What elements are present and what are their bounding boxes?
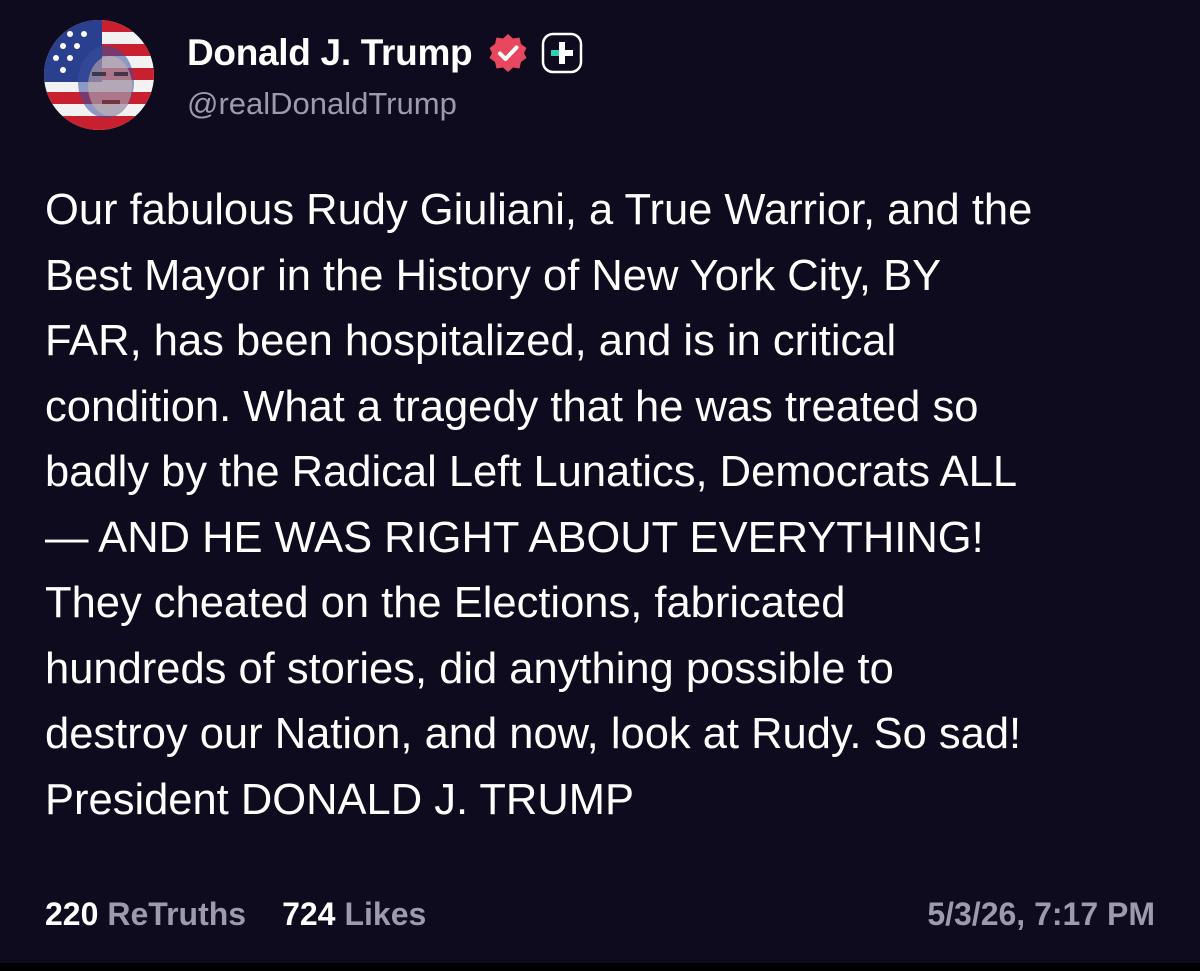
author-avatar[interactable] — [44, 20, 154, 130]
retruths-label: ReTruths — [107, 896, 247, 932]
post-stats: 220 ReTruths 724 Likes — [45, 896, 426, 933]
likes-count: 724 — [282, 896, 336, 932]
post-card: Donald J. Trump @realDonaldTrump Our fab… — [0, 0, 1200, 971]
avatar-image — [44, 20, 154, 130]
post-timestamp[interactable]: 5/3/26, 7:17 PM — [927, 896, 1155, 933]
plus-badge-icon — [540, 31, 584, 75]
retruths-count: 220 — [45, 896, 99, 932]
post-header: Donald J. Trump @realDonaldTrump — [187, 28, 584, 122]
likes-stat[interactable]: 724 Likes — [282, 896, 426, 933]
retruths-stat[interactable]: 220 ReTruths — [45, 896, 246, 933]
name-row: Donald J. Trump — [187, 28, 584, 78]
likes-label: Likes — [344, 896, 427, 932]
post-body-text: Our fabulous Rudy Giuliani, a True Warri… — [45, 186, 1033, 824]
author-handle[interactable]: @realDonaldTrump — [187, 86, 584, 122]
bottom-divider — [0, 963, 1200, 971]
verified-badge-icon — [486, 31, 530, 75]
author-display-name[interactable]: Donald J. Trump — [187, 32, 473, 74]
